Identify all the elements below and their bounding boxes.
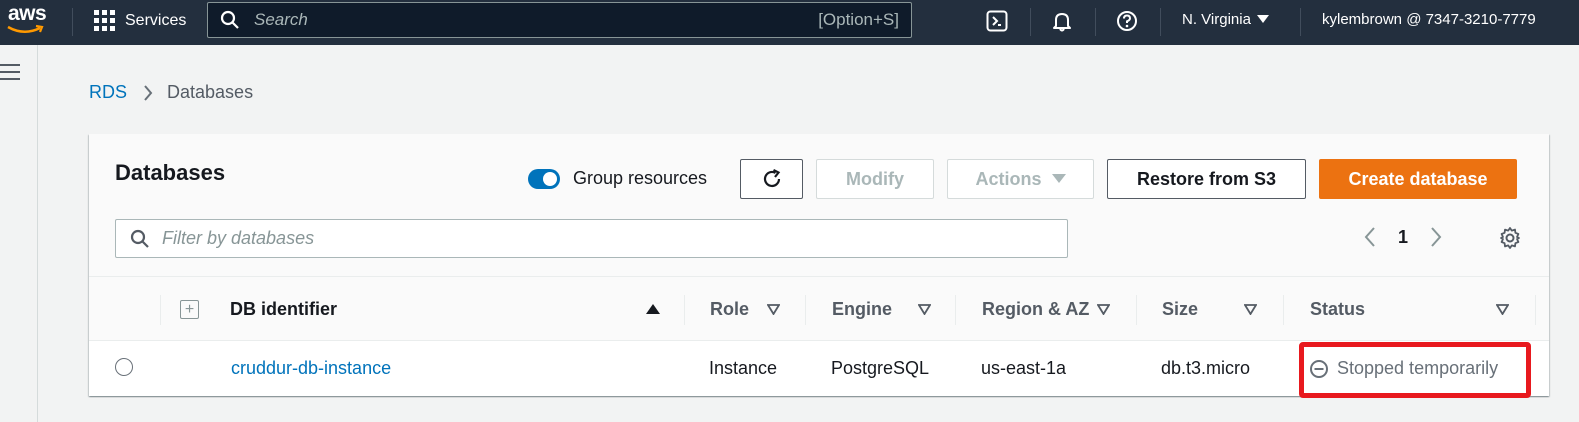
size-text: db.t3.micro: [1161, 358, 1251, 378]
topbar-divider: [1095, 8, 1096, 36]
global-search-input[interactable]: [254, 10, 819, 30]
column-label: Size: [1162, 298, 1199, 319]
cloudshell-icon[interactable]: [985, 9, 1009, 33]
services-menu-button[interactable]: Services: [94, 10, 186, 31]
column-header-region[interactable]: Region & AZ: [982, 277, 1110, 341]
group-resources-toggle[interactable]: Group resources: [528, 168, 707, 189]
column-divider: [805, 295, 806, 325]
column-divider: [160, 295, 161, 325]
column-header-status[interactable]: Status: [1310, 277, 1509, 341]
filter-box[interactable]: [115, 219, 1068, 258]
filter-search-icon: [130, 229, 149, 248]
account-menu[interactable]: kylembrown @ 7347-3210-7779: [1322, 11, 1536, 28]
column-header-role[interactable]: Role: [710, 277, 780, 341]
sort-ascending-icon[interactable]: [646, 303, 660, 315]
engine-text: PostgreSQL: [831, 358, 930, 378]
breadcrumb: RDS Databases: [89, 82, 253, 103]
stopped-status-icon: [1310, 359, 1328, 378]
create-database-button[interactable]: Create database: [1319, 159, 1517, 199]
column-label: Status: [1310, 298, 1366, 319]
search-icon: [220, 10, 239, 29]
db-identifier-text[interactable]: cruddur-db-instance: [231, 358, 391, 379]
toggle-switch[interactable]: [528, 168, 560, 189]
pagination: 1: [1364, 226, 1442, 248]
actions-label: Actions: [975, 168, 1042, 189]
menu-icon[interactable]: [0, 64, 20, 80]
bell-icon[interactable]: [1050, 9, 1074, 33]
topbar-divider: [1300, 8, 1301, 36]
account-label: kylembrown @ 7347-3210-7779: [1322, 11, 1536, 28]
caret-down-icon: [1051, 174, 1066, 183]
status-text: Stopped temporarily: [1337, 358, 1499, 378]
expand-all-icon[interactable]: +: [180, 300, 199, 319]
topbar-divider: [72, 8, 73, 36]
column-divider: [1283, 295, 1284, 325]
column-divider: [1136, 295, 1137, 325]
region-text: us-east-1a: [981, 358, 1067, 378]
chevron-right-icon: [143, 84, 153, 101]
panel-header: Databases Group resources Modify Actions…: [89, 134, 1549, 277]
services-label: Services: [125, 11, 187, 29]
modify-label: Modify: [846, 168, 904, 189]
refresh-button[interactable]: [740, 159, 803, 199]
size-cell: db.t3.micro: [1161, 341, 1250, 396]
topbar-divider: [1160, 8, 1161, 36]
column-label: DB identifier: [230, 298, 338, 319]
db-identifier-link[interactable]: cruddur-db-instance: [231, 341, 391, 396]
column-label: Region & AZ: [982, 298, 1090, 319]
global-search-box[interactable]: [Option+S]: [207, 2, 912, 38]
breadcrumb-rds-link[interactable]: RDS: [89, 82, 127, 103]
settings-gear-icon[interactable]: [1498, 226, 1522, 250]
top-navigation-bar: aws Services [Option+S]: [0, 0, 1579, 45]
grid-icon: [94, 10, 115, 31]
role-text: Instance: [709, 358, 778, 378]
topbar-divider: [1030, 8, 1031, 36]
table-header: + DB identifier Role Engine Region & AZ: [89, 277, 1549, 341]
aws-smile-icon: [7, 24, 44, 33]
aws-logo-text: aws: [8, 2, 47, 25]
caret-down-icon: [1256, 15, 1269, 23]
column-header-size[interactable]: Size: [1162, 277, 1257, 341]
side-navigation-rail: [0, 45, 38, 422]
modify-button[interactable]: Modify: [816, 159, 934, 199]
sort-icon[interactable]: [1097, 303, 1110, 315]
region-label: N. Virginia: [1182, 11, 1251, 28]
filter-input[interactable]: [162, 228, 1053, 249]
page-number[interactable]: 1: [1398, 227, 1408, 248]
create-database-label: Create database: [1348, 168, 1488, 189]
chevron-right-icon[interactable]: [1430, 226, 1442, 248]
group-resources-label: Group resources: [573, 168, 708, 188]
restore-from-s3-button[interactable]: Restore from S3: [1107, 159, 1306, 199]
status-cell: Stopped temporarily: [1309, 341, 1498, 396]
sort-icon[interactable]: [767, 303, 780, 315]
column-label: Engine: [832, 298, 893, 319]
breadcrumb-current: Databases: [167, 82, 254, 102]
row-select-radio[interactable]: [115, 358, 133, 376]
aws-logo[interactable]: aws: [6, 2, 50, 40]
sort-icon[interactable]: [1244, 303, 1257, 315]
databases-panel: Databases Group resources Modify Actions…: [89, 134, 1549, 398]
page-title: Databases: [115, 160, 226, 185]
sort-icon[interactable]: [918, 303, 931, 315]
search-shortcut-hint: [Option+S]: [818, 10, 899, 29]
table-row[interactable]: cruddur-db-instance Instance PostgreSQL …: [89, 341, 1549, 398]
column-divider: [955, 295, 956, 325]
column-label: Role: [710, 298, 750, 319]
help-icon[interactable]: [1115, 9, 1139, 33]
column-header-engine[interactable]: Engine: [832, 277, 931, 341]
engine-cell: PostgreSQL: [831, 341, 929, 396]
region-selector[interactable]: N. Virginia: [1182, 11, 1269, 28]
actions-dropdown-button[interactable]: Actions: [947, 159, 1094, 199]
column-divider: [1535, 295, 1536, 325]
column-divider: [684, 295, 685, 325]
restore-label: Restore from S3: [1136, 168, 1277, 189]
chevron-left-icon[interactable]: [1364, 226, 1376, 248]
sort-icon[interactable]: [1496, 303, 1509, 315]
role-cell: Instance: [709, 341, 777, 396]
refresh-icon: [763, 169, 780, 188]
column-header-db-identifier[interactable]: DB identifier: [230, 277, 660, 341]
region-cell: us-east-1a: [981, 341, 1066, 396]
